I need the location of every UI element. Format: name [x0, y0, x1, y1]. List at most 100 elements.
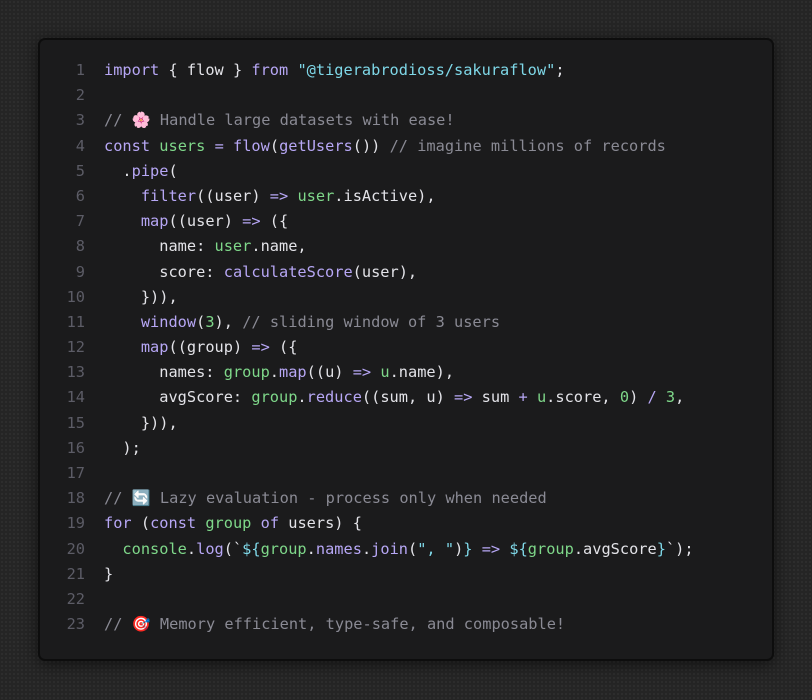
code-token: .isActive), [334, 186, 436, 205]
code-token: Handle large datasets with ease! [150, 111, 455, 130]
line-number: 5 [75, 161, 85, 180]
line-number: 17 [66, 464, 85, 482]
code-token: } [104, 564, 114, 583]
line-number: 11 [66, 312, 85, 331]
code-token: .name, [251, 237, 307, 256]
code-token: 0 [619, 388, 630, 407]
code-line: 12 map((group) => ({ [40, 335, 694, 360]
code-token: // imagine millions of records [389, 136, 666, 155]
line-number: 8 [75, 237, 85, 256]
code-line: 10 })), [40, 285, 694, 310]
code-token: reduce [306, 388, 362, 407]
code-token: ( [196, 312, 206, 331]
code-area[interactable]: 1 import { flow } from "@tigerabrodioss/s… [40, 58, 694, 637]
code-token: .name), [389, 363, 455, 382]
code-token: , [675, 388, 685, 407]
code-token: names: [104, 363, 224, 382]
code-line: 5 .pipe( [40, 159, 694, 184]
code-token: .score, [546, 388, 620, 407]
code-token: map [140, 338, 169, 357]
code-token: users) { [279, 514, 362, 533]
code-token: . [269, 363, 280, 382]
line-code: avgScore: group.reduce((sum, u) => sum +… [85, 385, 684, 410]
line-number: 21 [66, 564, 85, 583]
code-line: 7 map((user) => ({ [40, 209, 694, 234]
code-token: score: [104, 262, 224, 281]
code-token: . [306, 539, 316, 558]
code-token: ((user) [168, 212, 243, 231]
code-token: "@tigerabrodioss/sakuraflow" [297, 61, 556, 79]
code-line: 22 [40, 587, 694, 612]
code-line: 2 [40, 83, 694, 108]
line-number: 4 [75, 136, 85, 155]
line-number: 15 [66, 413, 85, 432]
code-token: group [205, 514, 252, 533]
code-line: 14 avgScore: group.reduce((sum, u) => su… [40, 385, 694, 410]
code-token: const [150, 514, 197, 533]
line-code: import { flow } from "@tigerabrodioss/sa… [85, 58, 565, 83]
code-line: 3// 🌸 Handle large datasets with ease! [40, 108, 694, 133]
code-token: group [251, 388, 298, 407]
code-token: + [518, 388, 528, 407]
code-token: // sliding window of 3 users [242, 312, 501, 331]
code-token: flow [233, 136, 270, 155]
code-line: 6 filter((user) => user.isActive), [40, 184, 694, 209]
line-code: // 🔄 Lazy evaluation - process only when… [85, 486, 547, 511]
emoji-icon: 🎯 [131, 615, 151, 634]
code-token: => [242, 212, 261, 231]
line-code: .pipe( [85, 159, 177, 184]
line-code: ); [85, 436, 140, 461]
emoji-icon: 🌸 [131, 111, 151, 130]
line-code: filter((user) => user.isActive), [85, 184, 436, 209]
line-code: name: user.name, [85, 234, 307, 259]
code-token: calculateScore [223, 262, 353, 281]
code-token: ", " [417, 539, 455, 558]
code-token: Lazy evaluation - process only when need… [150, 489, 547, 508]
code-line: 20 console.log(`${group.names.join(", ")… [40, 537, 694, 562]
line-code: // 🎯 Memory efficient, type-safe, and co… [85, 612, 565, 637]
line-number: 10 [66, 287, 85, 306]
code-token: = [214, 136, 224, 155]
code-token: => [454, 388, 473, 407]
code-token: `); [665, 539, 694, 558]
code-line: 9 score: calculateScore(user), [40, 260, 694, 285]
code-token: ), [214, 312, 243, 331]
emoji-icon: 🔄 [131, 489, 151, 508]
code-token: ((u) [306, 363, 353, 382]
code-line: 1 import { flow } from "@tigerabrodioss/s… [40, 58, 694, 83]
code-line: 17 [40, 461, 694, 486]
code-token: ({ [260, 212, 289, 231]
code-token: 3 [665, 388, 676, 407]
code-token: window [140, 312, 197, 331]
code-token: . [186, 539, 197, 558]
code-token: // [104, 111, 132, 130]
code-token: .avgScore [573, 539, 657, 558]
code-line: 4 const users = flow(getUsers()) // imagi… [40, 134, 694, 159]
code-token: // [104, 489, 132, 508]
code-token: { flow } [159, 61, 252, 79]
line-number: 7 [75, 212, 85, 231]
line-number: 13 [66, 363, 85, 382]
code-token: ((group) [168, 338, 252, 357]
code-line: 16 ); [40, 436, 694, 461]
code-token: sum [472, 388, 519, 407]
code-line: 15 })), [40, 411, 694, 436]
code-token: })), [104, 413, 178, 432]
code-token: map [279, 363, 307, 382]
code-token: users [159, 136, 206, 155]
code-token: map [140, 212, 169, 231]
code-token: ({ [269, 338, 298, 357]
code-token: console [122, 539, 187, 558]
code-token: (` [223, 539, 243, 558]
code-token: user [297, 186, 335, 205]
line-code: })), [85, 411, 178, 436]
